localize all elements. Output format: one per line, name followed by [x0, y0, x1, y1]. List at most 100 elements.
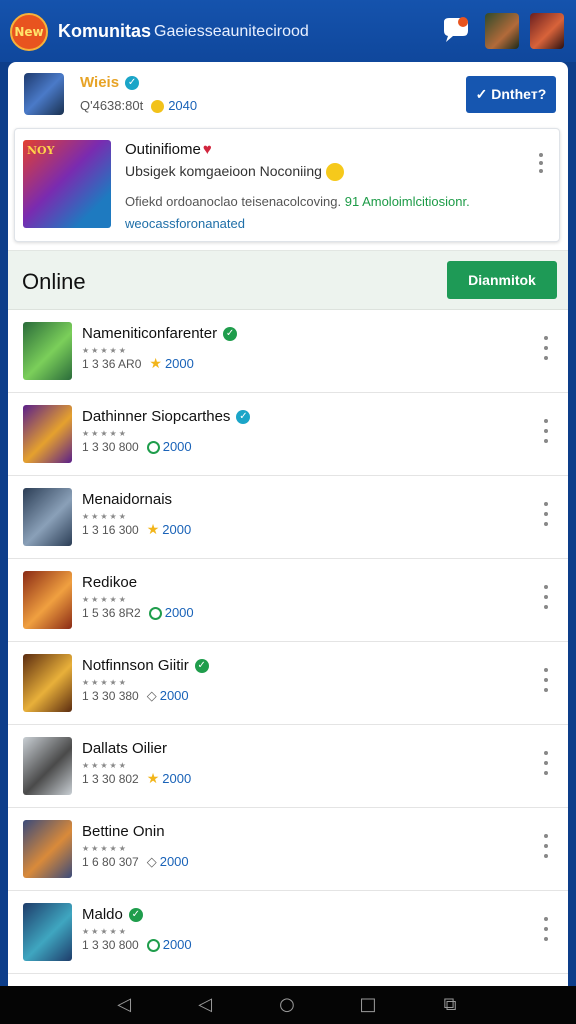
feature-title: Outinifiome ♥: [125, 141, 212, 158]
user-points: 2000: [162, 522, 192, 537]
more-options-icon[interactable]: [540, 419, 552, 443]
user-points: 2000: [162, 937, 192, 952]
feature-thumbnail: NOY: [23, 140, 111, 228]
profile-name-text: Wieis: [80, 74, 120, 91]
user-row[interactable]: Nameniticonfarenter ✓ ★★★★★ 1 3 36 AR0 ★ 2000: [8, 310, 568, 393]
user-meta-text: 1 3 30 800: [82, 938, 139, 952]
more-options-icon[interactable]: [540, 585, 552, 609]
user-meta-text: 1 3 30 800: [82, 440, 139, 454]
online-action-button[interactable]: Dianmitok: [447, 261, 557, 299]
user-row[interactable]: Maldo ✓ ★★★★★ 1 3 30 800 2000: [8, 891, 568, 974]
user-name-text: Nameniticonfarenter: [82, 325, 218, 342]
system-nav-bar: ◁ ◁ ○ □ ⧉: [0, 986, 576, 1024]
user-name: Notfinnson Giitir ✓: [82, 657, 209, 674]
user-row[interactable]: Redikoe ★★★★★ 1 5 36 8R2 2000: [8, 559, 568, 642]
more-options-icon[interactable]: [540, 502, 552, 526]
user-name: Menaidornais: [82, 491, 172, 508]
more-options-icon[interactable]: [540, 834, 552, 858]
user-avatar[interactable]: [23, 820, 72, 878]
user-name-text: Notfinnson Giitir: [82, 657, 189, 674]
profile-row: Wieis ✓ Q'4638:80t 2040 ✓ Dntheт?: [8, 62, 568, 126]
user-name-text: Maldo: [82, 906, 123, 923]
back-alt-icon[interactable]: ◁: [193, 994, 217, 1016]
user-meta: 1 3 30 800 2000: [82, 439, 192, 455]
user-meta-text: 1 3 36 AR0: [82, 357, 142, 371]
user-name: Maldo ✓: [82, 906, 143, 923]
verified-icon: ✓: [194, 659, 209, 674]
user-row[interactable]: Bettine Onin ★★★★★ 1 6 80 307 ◇ 2000: [8, 808, 568, 891]
user-avatar[interactable]: [23, 405, 72, 463]
star-icon: ★: [149, 356, 162, 372]
screenshot-icon[interactable]: ⧉: [438, 994, 462, 1016]
header-avatar-2[interactable]: [530, 13, 564, 49]
profile-meta-text: Q'4638:80t: [80, 98, 144, 113]
app-header: New Komunitas Gaeiesseaunitecirood: [0, 0, 576, 62]
user-avatar[interactable]: [23, 903, 72, 961]
user-points: 2000: [162, 439, 192, 454]
rating-dots-icon: ★★★★★: [82, 927, 128, 936]
chat-icon[interactable]: [441, 16, 471, 44]
user-points: 2000: [159, 854, 189, 869]
header-avatar-1[interactable]: [485, 13, 519, 49]
rating-dots-icon: ★★★★★: [82, 678, 128, 687]
user-avatar[interactable]: [23, 737, 72, 795]
feature-subtitle-text: Ubsigek komgaeioon Noconiing: [125, 163, 322, 179]
feature-thumb-tag: NOY: [27, 144, 55, 157]
user-meta-text: 1 5 36 8R2: [82, 606, 141, 620]
verified-icon: ✓: [128, 908, 143, 923]
ring-icon: [146, 939, 160, 953]
online-section-header: Online Dianmitok: [8, 250, 568, 310]
user-row[interactable]: Dallats Oilier ★★★★★ 1 3 30 802 ★ 2000: [8, 725, 568, 808]
ring-icon: [148, 607, 162, 621]
verified-icon: ✓: [236, 410, 251, 425]
user-meta-text: 1 3 30 802: [82, 772, 139, 786]
user-points: 2000: [162, 771, 192, 786]
user-avatar[interactable]: [23, 571, 72, 629]
more-options-icon[interactable]: [540, 336, 552, 360]
ring-icon: [146, 441, 160, 455]
profile-avatar[interactable]: [24, 73, 64, 115]
user-name-text: Dallats Oilier: [82, 740, 168, 757]
user-meta: 1 3 30 802 ★ 2000: [82, 771, 191, 787]
feature-card[interactable]: NOY Outinifiome ♥ Ubsigek komgaeioon Noco…: [14, 128, 560, 242]
user-avatar[interactable]: [23, 322, 72, 380]
profile-meta: Q'4638:80t 2040: [80, 98, 198, 114]
user-name: Dallats Oilier: [82, 740, 167, 757]
user-points: 2000: [164, 356, 194, 371]
user-name-text: Redikoe: [82, 574, 138, 591]
user-row[interactable]: Notfinnson Giitir ✓ ★★★★★ 1 3 30 380 ◇ 2000: [8, 642, 568, 725]
more-options-icon[interactable]: [540, 917, 552, 941]
user-avatar[interactable]: [23, 654, 72, 712]
heart-icon: ♥: [202, 141, 212, 158]
user-name: Nameniticonfarenter ✓: [82, 325, 238, 342]
profile-action-button[interactable]: ✓ Dntheт?: [466, 76, 556, 113]
verified-icon: ✓: [223, 327, 238, 342]
user-meta: 1 6 80 307 ◇ 2000: [82, 854, 189, 870]
user-meta: 1 5 36 8R2 2000: [82, 605, 194, 621]
recents-icon[interactable]: □: [356, 994, 380, 1016]
user-row[interactable]: Dathinner Siopcarthes ✓ ★★★★★ 1 3 30 800 200…: [8, 393, 568, 476]
main-content: Wieis ✓ Q'4638:80t 2040 ✓ Dntheт? NOY Outi…: [8, 62, 568, 986]
coin-icon: [151, 100, 165, 114]
back-icon[interactable]: ◁: [112, 994, 136, 1016]
user-avatar[interactable]: [23, 488, 72, 546]
more-options-icon[interactable]: [540, 668, 552, 692]
star-icon: ★: [146, 771, 160, 787]
tag-icon: ◇: [146, 855, 157, 870]
home-icon[interactable]: ○: [275, 994, 299, 1016]
rating-dots-icon: ★★★★★: [82, 429, 128, 438]
user-name: Dathinner Siopcarthes ✓: [82, 408, 251, 425]
more-options-icon[interactable]: [540, 751, 552, 775]
feature-desc-link[interactable]: weocassforonanated: [125, 216, 245, 231]
user-name: Bettine Onin: [82, 823, 165, 840]
user-name-text: Bettine Onin: [82, 823, 165, 840]
user-name: Redikoe: [82, 574, 137, 591]
feature-more-icon[interactable]: [535, 153, 547, 173]
app-logo[interactable]: New: [10, 13, 48, 51]
user-row[interactable]: Menaidornais ★★★★★ 1 3 16 300 ★ 2000: [8, 476, 568, 559]
profile-points: 2040: [168, 98, 198, 113]
user-list: Nameniticonfarenter ✓ ★★★★★ 1 3 36 AR0 ★ 2000…: [8, 310, 568, 974]
user-meta: 1 3 36 AR0 ★ 2000: [82, 356, 194, 372]
rating-dots-icon: ★★★★★: [82, 512, 128, 521]
rating-dots-icon: ★★★★★: [82, 761, 128, 770]
